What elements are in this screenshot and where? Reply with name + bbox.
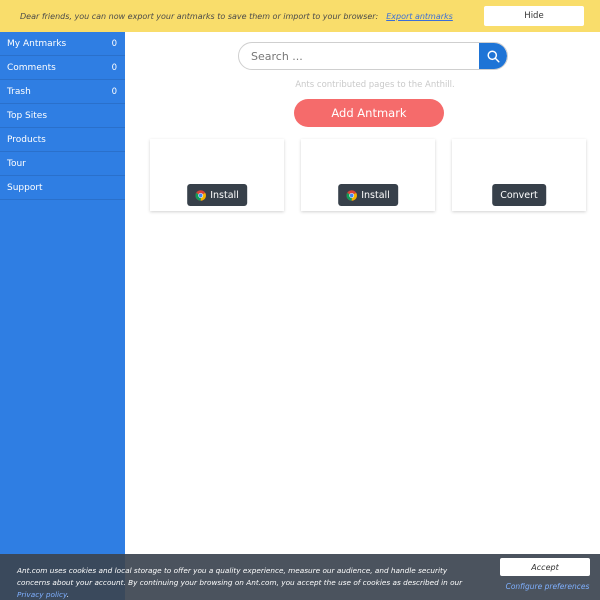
sidebar-item-count: 0 xyxy=(111,38,117,49)
sidebar-item-label: Support xyxy=(7,182,43,193)
search-input[interactable] xyxy=(239,43,479,69)
tagline: Ants contributed pages to the Anthill. xyxy=(295,80,455,90)
sidebar-item-comments[interactable]: Comments 0 xyxy=(0,56,125,80)
privacy-policy-link[interactable]: Privacy policy xyxy=(17,590,67,599)
export-antmarks-link[interactable]: Export antmarks xyxy=(386,12,453,21)
search-bar xyxy=(238,42,508,70)
sidebar-item-label: Products xyxy=(7,134,46,145)
sidebar-item-trash[interactable]: Trash 0 xyxy=(0,80,125,104)
notice-bar: Dear friends, you can now export your an… xyxy=(0,0,600,32)
convert-card: Convert xyxy=(452,139,586,211)
main-content: Ants contributed pages to the Anthill. A… xyxy=(125,32,600,600)
configure-preferences-link[interactable]: Configure preferences xyxy=(505,582,590,591)
sidebar-item-my-antmarks[interactable]: My Antmarks 0 xyxy=(0,32,125,56)
cookie-message-text: Ant.com uses cookies and local storage t… xyxy=(17,566,463,587)
accept-cookies-button[interactable]: Accept xyxy=(500,558,590,576)
convert-button-label: Convert xyxy=(500,189,538,201)
cookie-message: Ant.com uses cookies and local storage t… xyxy=(17,566,463,599)
add-antmark-button[interactable]: Add Antmark xyxy=(294,99,444,127)
convert-button[interactable]: Convert xyxy=(492,184,546,206)
sidebar-item-top-sites[interactable]: Top Sites xyxy=(0,104,125,128)
sidebar-item-label: Top Sites xyxy=(7,110,48,121)
install-card-2: Install xyxy=(301,139,435,211)
sidebar-item-support[interactable]: Support xyxy=(0,176,125,200)
sidebar-item-count: 0 xyxy=(111,86,117,97)
install-button-label: Install xyxy=(361,189,390,201)
install-card-1: Install xyxy=(150,139,284,211)
sidebar-item-count: 0 xyxy=(111,62,117,73)
search-button[interactable] xyxy=(479,43,507,69)
chrome-icon xyxy=(195,189,206,201)
sidebar-item-tour[interactable]: Tour xyxy=(0,152,125,176)
install-button-label: Install xyxy=(210,189,239,201)
hide-button[interactable]: Hide xyxy=(484,6,584,26)
notice-message: Dear friends, you can now export your an… xyxy=(20,11,379,21)
sidebar-item-label: My Antmarks xyxy=(7,38,67,49)
sidebar: My Antmarks 0 Comments 0 Trash 0 Top Sit… xyxy=(0,32,125,600)
chrome-icon xyxy=(346,189,357,201)
sidebar-item-label: Comments xyxy=(7,62,56,73)
sidebar-item-products[interactable]: Products xyxy=(0,128,125,152)
sidebar-item-label: Tour xyxy=(7,158,26,169)
install-button[interactable]: Install xyxy=(187,184,247,206)
sidebar-item-label: Trash xyxy=(7,86,31,97)
install-button[interactable]: Install xyxy=(338,184,398,206)
search-icon xyxy=(486,49,500,63)
cookie-banner: Ant.com uses cookies and local storage t… xyxy=(0,554,600,600)
